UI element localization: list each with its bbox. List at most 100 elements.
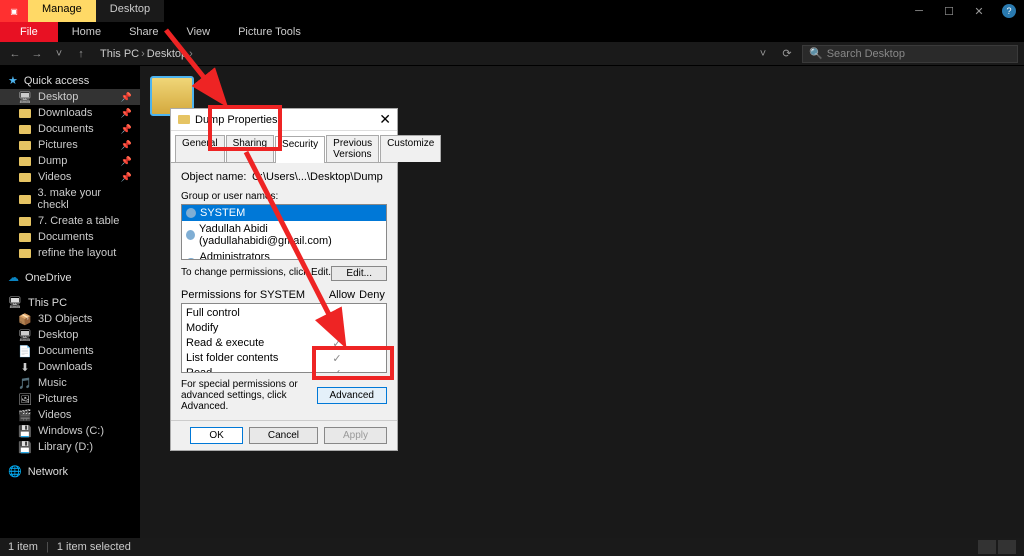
sidebar-item-music[interactable]: 🎵Music [0, 375, 140, 391]
edit-button[interactable]: Edit... [331, 266, 387, 281]
sidebar-item-folder[interactable]: refine the layout [0, 245, 140, 261]
crumb-this-pc[interactable]: This PC [100, 48, 139, 60]
tab-security[interactable]: Security [275, 136, 325, 163]
tab-general[interactable]: General [175, 135, 225, 162]
user-icon [186, 258, 196, 260]
dialog-tabs: General Sharing Security Previous Versio… [171, 131, 397, 163]
minimize-button[interactable]: ─ [904, 0, 934, 22]
icons-view-button[interactable] [998, 540, 1016, 554]
pin-icon: 📌 [121, 140, 132, 151]
back-button[interactable]: ← [6, 45, 24, 63]
pin-icon: 📌 [121, 92, 132, 103]
user-row-system[interactable]: SYSTEM [182, 205, 386, 221]
forward-button[interactable]: → [28, 45, 46, 63]
chevron-right-icon: › [189, 48, 193, 60]
sidebar-item-videos[interactable]: Videos📌 [0, 169, 140, 185]
advanced-button[interactable]: Advanced [317, 387, 387, 404]
pin-icon: 📌 [121, 156, 132, 167]
advanced-text: For special permissions or advanced sett… [181, 379, 317, 412]
sidebar-item-desktop[interactable]: 🖥Desktop [0, 327, 140, 343]
permission-row: List folder contents✓ [186, 351, 382, 366]
app-icon: ▣ [0, 0, 28, 22]
file-tab[interactable]: File [0, 22, 58, 42]
apply-button[interactable]: Apply [324, 427, 387, 444]
statusbar: 1 item | 1 item selected [0, 538, 1024, 556]
crumb-desktop[interactable]: Desktop [147, 48, 187, 60]
sidebar-item-folder[interactable]: 3. make your checkl [0, 185, 140, 213]
permission-row: Read & execute✓ [186, 336, 382, 351]
title-location: Desktop [96, 0, 164, 22]
sidebar-item-videos[interactable]: 🎬Videos [0, 407, 140, 423]
sidebar-item-documents[interactable]: Documents📌 [0, 121, 140, 137]
title-tabs: Manage Desktop [28, 0, 164, 22]
sidebar-item-documents[interactable]: 📄Documents [0, 343, 140, 359]
ribbon: File Home Share View Picture Tools [0, 22, 1024, 42]
sidebar-item-downloads[interactable]: ⬇Downloads [0, 359, 140, 375]
sidebar-item-folder[interactable]: 7. Create a table [0, 213, 140, 229]
onedrive-header[interactable]: ☁OneDrive [0, 269, 140, 286]
change-permissions-text: To change permissions, click Edit. [181, 267, 331, 278]
manage-context-tab[interactable]: Manage [28, 0, 96, 22]
sidebar-item-d-drive[interactable]: 💾Library (D:) [0, 439, 140, 455]
recent-dropdown[interactable]: ˅ [50, 45, 68, 63]
sidebar-item-desktop[interactable]: 🖥Desktop📌 [0, 89, 140, 105]
tab-previous-versions[interactable]: Previous Versions [326, 135, 379, 162]
permission-row: Read✓ [186, 366, 382, 373]
view-tab[interactable]: View [172, 22, 224, 42]
details-view-button[interactable] [978, 540, 996, 554]
dialog-close-button[interactable]: ✕ [379, 111, 391, 128]
this-pc-header[interactable]: 🖥This PC [0, 294, 140, 311]
sidebar-item-dump[interactable]: Dump📌 [0, 153, 140, 169]
object-name-label: Object name: C:\Users\...\Desktop\Dump [181, 171, 387, 183]
maximize-button[interactable]: ☐ [934, 0, 964, 22]
home-tab[interactable]: Home [58, 22, 115, 42]
user-row[interactable]: Yadullah Abidi (yadullahabidi@gmail.com) [182, 221, 386, 249]
chevron-right-icon: › [141, 48, 145, 60]
sidebar-item-pictures[interactable]: 🖼Pictures [0, 391, 140, 407]
user-icon [186, 208, 196, 218]
picture-tools-tab[interactable]: Picture Tools [224, 22, 315, 42]
search-placeholder: Search Desktop [827, 48, 905, 60]
sidebar-item-c-drive[interactable]: 💾Windows (C:) [0, 423, 140, 439]
addressbar: ← → ˅ ↑ This PC › Desktop › ˅ ⟳ 🔍 Search… [0, 42, 1024, 66]
sidebar-item-pictures[interactable]: Pictures📌 [0, 137, 140, 153]
sidebar-item-3d-objects[interactable]: 📦3D Objects [0, 311, 140, 327]
help-button[interactable]: ? [994, 0, 1024, 22]
permissions-header: Permissions for SYSTEM Allow Deny [181, 289, 387, 301]
ok-button[interactable]: OK [190, 427, 242, 444]
close-button[interactable]: ✕ [964, 0, 994, 22]
search-icon: 🔍 [809, 47, 823, 60]
user-row[interactable]: Administrators (ELLIOT\Administrators) [182, 249, 386, 260]
titlebar: ▣ Manage Desktop ─ ☐ ✕ ? [0, 0, 1024, 22]
nav-sidebar: ★ Quick access 🖥Desktop📌 Downloads📌 Docu… [0, 66, 140, 538]
pin-icon: 📌 [121, 108, 132, 119]
quick-access-header[interactable]: ★ Quick access [0, 72, 140, 89]
pin-icon: 📌 [121, 172, 132, 183]
up-button[interactable]: ↑ [72, 45, 90, 63]
tab-sharing[interactable]: Sharing [226, 135, 274, 162]
item-count: 1 item [8, 541, 38, 553]
dialog-title[interactable]: Dump Properties ✕ [171, 109, 397, 131]
search-input[interactable]: 🔍 Search Desktop [802, 45, 1018, 63]
share-tab[interactable]: Share [115, 22, 172, 42]
address-dropdown[interactable]: ˅ [754, 45, 772, 63]
sidebar-item-downloads[interactable]: Downloads📌 [0, 105, 140, 121]
main-area: ★ Quick access 🖥Desktop📌 Downloads📌 Docu… [0, 66, 1024, 538]
properties-dialog: Dump Properties ✕ General Sharing Securi… [170, 108, 398, 451]
window-controls: ─ ☐ ✕ ? [904, 0, 1024, 22]
dialog-footer: OK Cancel Apply [171, 420, 397, 450]
cancel-button[interactable]: Cancel [249, 427, 318, 444]
breadcrumb[interactable]: This PC › Desktop › [94, 48, 750, 60]
user-icon [186, 230, 195, 240]
sidebar-item-folder[interactable]: Documents [0, 229, 140, 245]
user-list[interactable]: SYSTEM Yadullah Abidi (yadullahabidi@gma… [181, 204, 387, 260]
permission-row: Full control✓ [186, 306, 382, 321]
pin-icon: 📌 [121, 124, 132, 135]
tab-customize[interactable]: Customize [380, 135, 441, 162]
permissions-list[interactable]: Full control✓ Modify✓ Read & execute✓ Li… [181, 303, 387, 373]
refresh-button[interactable]: ⟳ [776, 45, 798, 63]
group-users-label: Group or user names: [181, 191, 387, 202]
dialog-body: Object name: C:\Users\...\Desktop\Dump G… [171, 163, 397, 420]
permission-row: Modify✓ [186, 321, 382, 336]
network-header[interactable]: 🌐Network [0, 463, 140, 480]
